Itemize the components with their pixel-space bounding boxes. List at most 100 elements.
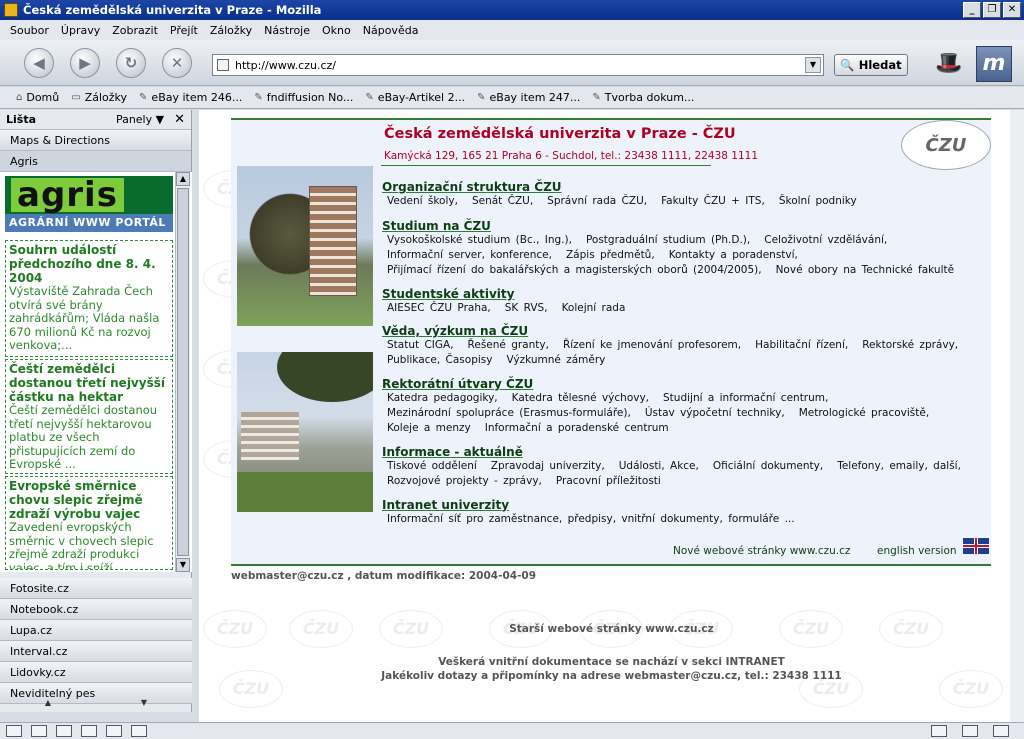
link-vyzkumne-zamery[interactable]: Výzkumné záměry [506,354,605,366]
menu-napoveda[interactable]: Nápověda [363,24,419,37]
news-item[interactable]: Souhrn událostí předchozího dne 8. 4. 20… [5,240,173,357]
forward-button[interactable]: ▶ [70,48,100,78]
print-icon[interactable]: 🎩 [930,48,968,80]
close-window-button[interactable]: ✕ [1003,2,1021,18]
news-item[interactable]: Čeští zemědělci dostanou třetí nejvyšší … [5,359,173,474]
link-oficialni[interactable]: Oficiální dokumenty, [713,460,823,472]
scroll-down-icon[interactable]: ▼ [176,558,190,572]
sidebar-scrollbar[interactable]: ▲ ▼ [175,172,190,572]
webmaster-line[interactable]: webmaster@czu.cz , datum modifikace: 200… [231,570,536,582]
search-button[interactable]: 🔍 Hledat [834,54,908,76]
link-mezinarodni[interactable]: Mezinárodní spolupráce (Erasmus-formulář… [387,407,631,419]
stop-button[interactable]: ✕ [162,48,192,78]
chat-icon[interactable] [106,725,122,737]
security-lock-icon[interactable] [993,725,1009,737]
menu-zalozky[interactable]: Záložky [210,24,252,37]
link-aiesec[interactable]: AIESEC ČZU Praha, [387,302,491,314]
link-kontakty[interactable]: Kontakty a poradenství, [669,249,798,261]
section-heading-link[interactable]: Organizační struktura ČZU [382,180,871,194]
section-heading-link[interactable]: Informace - aktuálně [382,445,975,459]
english-version-link[interactable]: english version [877,545,957,557]
section-heading-link[interactable]: Věda, výzkum na ČZU [382,324,972,338]
composer-icon[interactable] [56,725,72,737]
link-pracovni[interactable]: Pracovní příležitosti [556,475,661,487]
bookmark-tvorba[interactable]: ✎ Tvorba dokum... [592,91,694,104]
link-studijni-centrum[interactable]: Studijní a informační centrum, [663,392,828,404]
link-katedra-pedagogiky[interactable]: Katedra pedagogiky, [387,392,498,404]
link-sk-rvs[interactable]: SK RVS, [505,302,548,314]
navigator-icon[interactable] [6,725,22,737]
url-input[interactable] [235,58,805,72]
privacy-icon[interactable] [962,725,978,737]
link-senat[interactable]: Senát ČZU, [472,195,533,207]
new-web-link[interactable]: Nové webové stránky www.czu.cz [673,545,850,557]
sidebar-tab-fotosite[interactable]: Fotosite.cz [0,578,192,599]
bookmark-fndiffusion[interactable]: ✎ fndiffusion No... [254,91,353,104]
link-tiskove[interactable]: Tiskové oddělení [387,460,477,472]
link-zpravodaj[interactable]: Zpravodaj univerzity, [491,460,605,472]
content-scrollbar[interactable] [1010,110,1024,722]
sidebar-tab-interval[interactable]: Interval.cz [0,641,192,662]
section-heading-link[interactable]: Studentské aktivity [382,287,639,301]
bookmark-ebay-247[interactable]: ✎ eBay item 247... [477,91,580,104]
bookmark-ebay-246[interactable]: ✎ eBay item 246... [139,91,242,104]
link-nove-obory[interactable]: Nové obory na Technické fakultě [776,264,955,276]
sidebar-close-icon[interactable]: ✕ [174,112,185,127]
older-web-link[interactable]: Starší webové stránky www.czu.cz [199,623,1024,635]
bookmark-ebay-artikel[interactable]: ✎ eBay-Artikel 2... [365,91,465,104]
link-rozvojove[interactable]: Rozvojové projekty - zprávy, [387,475,542,487]
link-kolejni-rada[interactable]: Kolejní rada [562,302,626,314]
sidebar-tab-notebook[interactable]: Notebook.cz [0,599,192,620]
link-informacni-sit[interactable]: Informační síť pro zaměstnance, předpisy… [387,513,795,525]
online-status-icon[interactable] [931,725,947,737]
link-granty[interactable]: Řešené granty, [468,339,549,351]
link-poradenske-centrum[interactable]: Informační a poradenské centrum [485,422,669,434]
link-celozivotni[interactable]: Celoživotní vzdělávání, [764,234,887,246]
section-heading-link[interactable]: Intranet univerzity [382,498,809,512]
link-uvt[interactable]: Ústav výpočetní techniky, [645,407,785,419]
scroll-up-icon[interactable]: ▲ [176,172,190,186]
menu-okno[interactable]: Okno [322,24,351,37]
sidebar-splitter[interactable] [192,110,199,712]
panels-dropdown[interactable]: Panely ▼ [116,113,164,126]
uk-flag-icon[interactable] [963,538,989,554]
mail-icon[interactable] [31,725,47,737]
mozilla-throbber-icon[interactable]: m [976,46,1012,82]
link-informacni-server[interactable]: Informační server, konference, [387,249,552,261]
irc-icon[interactable] [131,725,147,737]
link-vs-studium[interactable]: Vysokoškolské studium (Bc., Ing.), [387,234,572,246]
link-postgradualni[interactable]: Postgraduální studium (Ph.D.), [586,234,750,246]
section-heading-link[interactable]: Studium na ČZU [382,219,968,233]
reload-button[interactable]: ↻ [116,48,146,78]
maximize-button[interactable]: ❐ [983,2,1001,18]
agris-logo[interactable]: agris AGRÁRNÍ WWW PORTÁL [5,176,173,232]
link-spravni-rada[interactable]: Správní rada ČZU, [547,195,647,207]
scrollbar-thumb[interactable] [177,188,189,556]
menu-upravy[interactable]: Úpravy [61,24,100,37]
link-udalosti[interactable]: Události, Akce, [619,460,699,472]
link-vedeni-skoly[interactable]: Vedení školy, [387,195,458,207]
back-button[interactable]: ◀ [24,48,54,78]
link-jmenovani[interactable]: Řízení ke jmenování profesorem, [563,339,741,351]
link-rektorske-zpravy[interactable]: Rektorské zprávy, [862,339,958,351]
link-publikace[interactable]: Publikace, Časopisy [387,354,492,366]
link-koleje-menzy[interactable]: Koleje a menzy [387,422,471,434]
link-zapis[interactable]: Zápis předmětů, [566,249,655,261]
section-heading-link[interactable]: Rektorátní útvary ČZU [382,377,943,391]
sidebar-tab-agris[interactable]: Agris [0,151,191,172]
menu-soubor[interactable]: Soubor [10,24,49,37]
link-metrologicke[interactable]: Metrologické pracoviště, [799,407,929,419]
menu-nastroje[interactable]: Nástroje [264,24,310,37]
link-prijimaci-rizeni[interactable]: Přijímací řízení do bakalářských a magis… [387,264,762,276]
address-book-icon[interactable] [81,725,97,737]
url-bar[interactable]: ▼ [212,54,824,76]
link-habilitace[interactable]: Habilitační řízení, [755,339,848,351]
url-dropdown-icon[interactable]: ▼ [805,57,821,73]
tabs-down-icon[interactable]: ▼ [141,698,147,712]
bookmark-home[interactable]: ⌂ Domů [16,91,59,104]
menu-zobrazit[interactable]: Zobrazit [112,24,158,37]
sidebar-tab-lidovky[interactable]: Lidovky.cz [0,662,192,683]
link-katedra-telesne[interactable]: Katedra tělesné výchovy, [512,392,649,404]
minimize-button[interactable]: _ [963,2,981,18]
sidebar-tab-maps[interactable]: Maps & Directions [0,130,191,151]
